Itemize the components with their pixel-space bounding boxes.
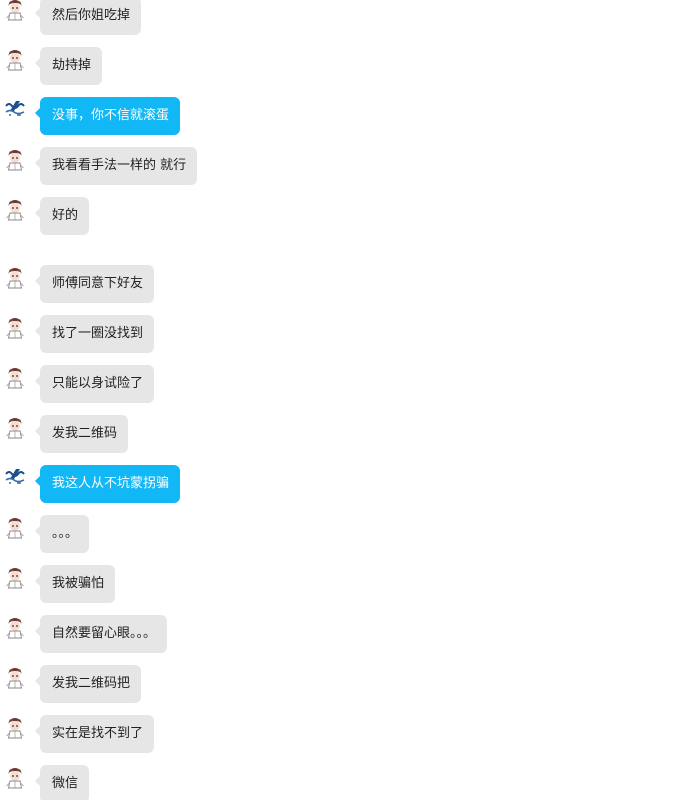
chibi-character-avatar-icon[interactable] bbox=[3, 147, 27, 171]
message-bubble[interactable]: 我看看手法一样的 就行 bbox=[34, 147, 198, 185]
chibi-character-avatar-icon[interactable] bbox=[3, 0, 27, 21]
chibi-character-avatar-icon[interactable] bbox=[3, 715, 27, 739]
chibi-character-avatar-icon[interactable] bbox=[3, 615, 27, 639]
message-bubble[interactable]: 劫持掉 bbox=[34, 47, 103, 85]
message-bubble[interactable]: 实在是找不到了 bbox=[34, 715, 155, 753]
message-bubble[interactable]: 发我二维码把 bbox=[34, 665, 142, 703]
message-bubble[interactable]: 自然要留心眼。。。 bbox=[34, 615, 168, 653]
message-bubble[interactable]: 找了一圈没找到 bbox=[34, 315, 155, 353]
chibi-character-avatar-icon[interactable] bbox=[3, 665, 27, 689]
chat-message-list[interactable]: 然后你姐吃掉 劫持掉 没事，你不信就滚蛋 我看看手法一样的 就行 好的 师傅同意… bbox=[0, 0, 685, 800]
chibi-character-avatar-icon[interactable] bbox=[3, 315, 27, 339]
chibi-character-avatar-icon[interactable] bbox=[3, 765, 27, 789]
message-bubble[interactable]: 好的 bbox=[34, 197, 90, 235]
wave-logo-avatar-icon[interactable] bbox=[3, 97, 27, 121]
message-bubble[interactable]: 发我二维码 bbox=[34, 415, 129, 453]
message-bubble[interactable]: 然后你姐吃掉 bbox=[34, 0, 142, 35]
message-bubble[interactable]: 微信 bbox=[34, 765, 90, 800]
message-bubble[interactable]: 师傅同意下好友 bbox=[34, 265, 155, 303]
message-bubble[interactable]: 只能以身试险了 bbox=[34, 365, 155, 403]
chibi-character-avatar-icon[interactable] bbox=[3, 265, 27, 289]
message-bubble[interactable]: 没事，你不信就滚蛋 bbox=[34, 97, 181, 135]
chibi-character-avatar-icon[interactable] bbox=[3, 197, 27, 221]
message-bubble[interactable]: 我被骗怕 bbox=[34, 565, 116, 603]
chibi-character-avatar-icon[interactable] bbox=[3, 415, 27, 439]
message-bubble[interactable]: 我这人从不坑蒙拐骗 bbox=[34, 465, 181, 503]
chibi-character-avatar-icon[interactable] bbox=[3, 365, 27, 389]
wave-logo-avatar-icon[interactable] bbox=[3, 465, 27, 489]
chibi-character-avatar-icon[interactable] bbox=[3, 47, 27, 71]
chibi-character-avatar-icon[interactable] bbox=[3, 565, 27, 589]
chibi-character-avatar-icon[interactable] bbox=[3, 515, 27, 539]
message-bubble[interactable]: 。。。 bbox=[34, 515, 90, 553]
